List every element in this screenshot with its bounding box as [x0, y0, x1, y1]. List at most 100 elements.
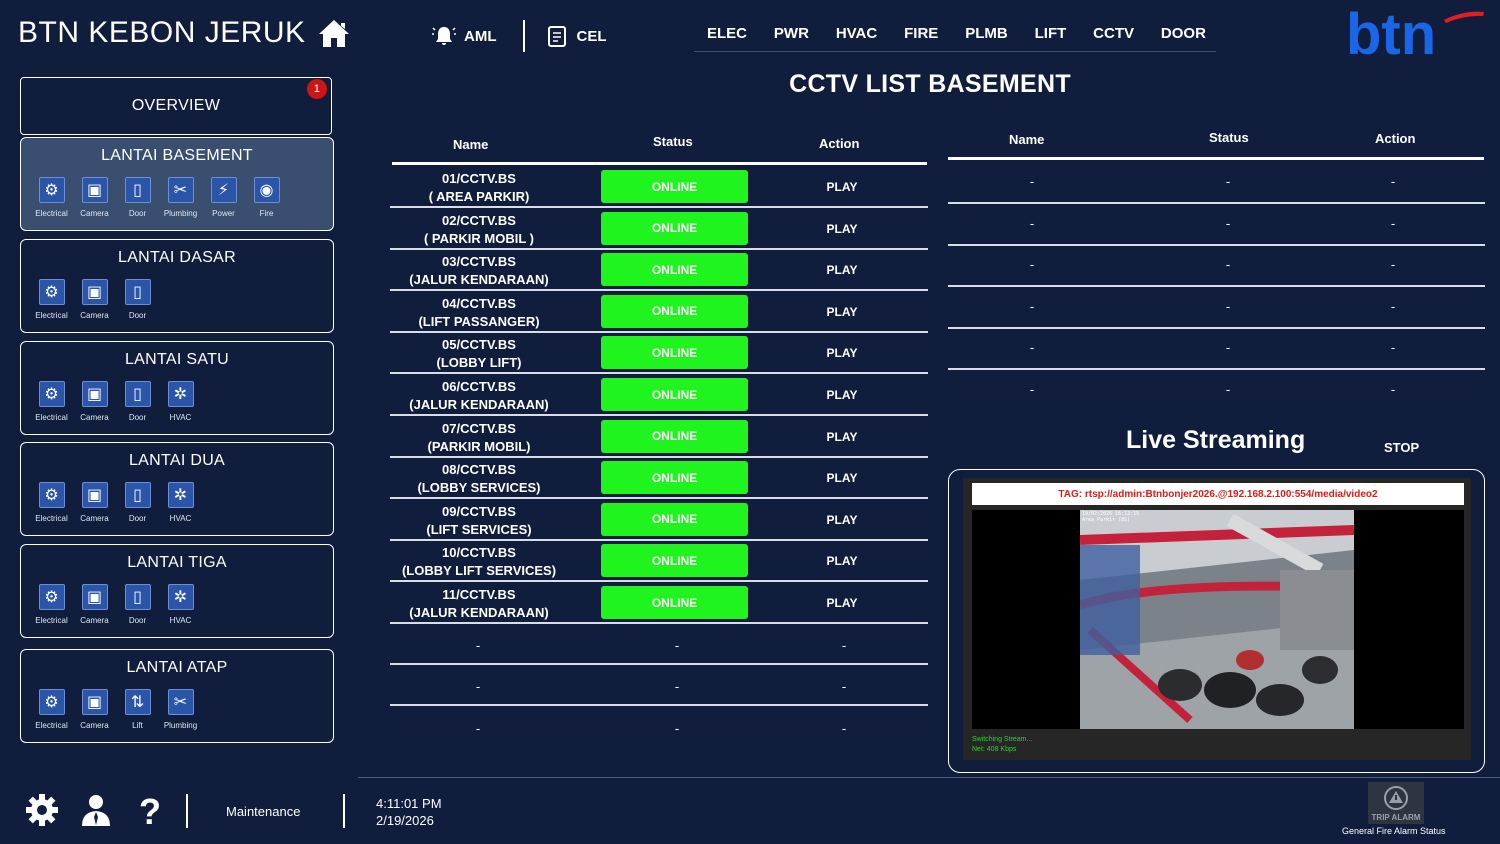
empty-table-row: --- — [948, 204, 1485, 246]
floor-card[interactable]: LANTAI SATU ⚙ Electrical ▣ Camera ▯ Door ✲ HVAC — [20, 341, 334, 435]
floor-system-button[interactable]: ✲ HVAC — [159, 584, 202, 625]
fire-icon: ◉ — [253, 177, 280, 203]
empty-status: - — [1225, 340, 1231, 356]
play-button[interactable]: PLAY — [790, 513, 894, 527]
floor-system-button[interactable]: ⚙ Electrical — [30, 482, 73, 523]
floor-system-button[interactable]: ✲ HVAC — [159, 381, 202, 422]
play-button[interactable]: PLAY — [790, 388, 894, 402]
video-player[interactable]: TAG: rtsp://admin:Btnbonjer2026.@192.168… — [963, 478, 1471, 760]
play-button[interactable]: PLAY — [790, 222, 894, 236]
settings-icon[interactable] — [25, 793, 59, 827]
empty-name: - — [475, 637, 481, 653]
trip-alarm-indicator[interactable]: TRIP ALARM — [1368, 782, 1424, 824]
floor-title: LANTAI DASAR — [118, 249, 236, 266]
power-icon: ⚡ — [210, 177, 237, 203]
floor-system-button[interactable]: ▣ Camera — [73, 279, 116, 320]
floor-system-button[interactable]: ◉ Fire — [245, 177, 288, 218]
floor-system-button[interactable]: ✂ Plumbing — [159, 689, 202, 730]
nav-plmb[interactable]: PLMB — [965, 25, 1008, 42]
play-button[interactable]: PLAY — [790, 596, 894, 610]
cel-button[interactable]: CEL — [545, 24, 607, 48]
stream-tag: TAG: rtsp://admin:Btnbonjer2026.@192.168… — [972, 483, 1464, 505]
nav-elec[interactable]: ELEC — [707, 25, 747, 42]
floor-system-label: Door — [128, 514, 147, 523]
play-button[interactable]: PLAY — [790, 346, 894, 360]
play-button[interactable]: PLAY — [790, 554, 894, 568]
help-icon[interactable]: ? — [133, 793, 167, 827]
empty-name: - — [1029, 174, 1035, 189]
empty-table-row: --- — [948, 245, 1485, 288]
floor-system-button[interactable]: ⚙ Electrical — [30, 279, 73, 320]
cctv-location: (LOBBY LIFT SERVICES) — [401, 563, 557, 579]
status-badge: ONLINE — [601, 419, 748, 453]
overview-button[interactable]: OVERVIEW 1 — [20, 77, 332, 135]
floor-system-label: Door — [128, 311, 147, 320]
site-title-text: BTN KEBON JERUK — [18, 16, 306, 49]
nav-fire[interactable]: FIRE — [904, 25, 938, 42]
empty-table-row: --- — [390, 624, 928, 665]
play-button[interactable]: PLAY — [790, 430, 894, 444]
floor-system-button[interactable]: ▯ Door — [116, 177, 159, 218]
nav-cctv[interactable]: CCTV — [1093, 25, 1134, 42]
floor-system-label: Lift — [132, 721, 143, 730]
floor-card[interactable]: LANTAI DUA ⚙ Electrical ▣ Camera ▯ Door ✲ HVAC — [20, 442, 334, 536]
camera-feed-image — [1080, 510, 1354, 729]
play-button[interactable]: PLAY — [790, 263, 894, 277]
floor-system-button[interactable]: ▯ Door — [116, 482, 159, 523]
status-badge: ONLINE — [601, 502, 748, 536]
camera-icon: ▣ — [81, 584, 108, 610]
floor-system-label: Electrical — [35, 616, 68, 625]
empty-status: - — [674, 720, 680, 736]
left-col-name: Name — [453, 137, 489, 152]
floor-card[interactable]: LANTAI DASAR ⚙ Electrical ▣ Camera ▯ Door — [20, 239, 334, 333]
btn-logo: btn — [1346, 6, 1484, 60]
play-button[interactable]: PLAY — [790, 471, 894, 485]
nav-door[interactable]: DOOR — [1161, 25, 1206, 42]
empty-action: - — [1390, 382, 1396, 397]
nav-lift[interactable]: LIFT — [1035, 25, 1067, 42]
floor-title: LANTAI SATU — [124, 351, 230, 368]
notification-badge: 1 — [307, 79, 327, 99]
floor-system-button[interactable]: ▣ Camera — [73, 584, 116, 625]
floor-system-button[interactable]: ⚙ Electrical — [30, 381, 73, 422]
floor-card[interactable]: LANTAI BASEMENT ⚙ Electrical ▣ Camera ▯ Door ✂ P… — [20, 137, 334, 231]
electrical-icon: ⚙ — [38, 279, 65, 305]
table-row: 06/CCTV.BS (JALUR KENDARAAN) ONLINE PLAY — [390, 374, 928, 416]
plumbing-icon: ✂ — [167, 689, 194, 715]
user-icon[interactable] — [79, 793, 113, 827]
play-button[interactable]: PLAY — [790, 180, 894, 194]
stream-status-line2: Net: 408 Kbps — [972, 746, 1017, 753]
floor-card[interactable]: LANTAI TIGA ⚙ Electrical ▣ Camera ▯ Door ✲ HVAC — [20, 544, 334, 638]
floor-system-button[interactable]: ✂ Plumbing — [159, 177, 202, 218]
empty-table-row: --- — [390, 707, 928, 748]
stop-button[interactable]: STOP — [1384, 440, 1419, 455]
hvac-icon: ✲ — [167, 381, 194, 407]
cctv-id: 08/CCTV.BS — [442, 462, 516, 478]
floor-system-button[interactable]: ▣ Camera — [73, 177, 116, 218]
floor-system-button[interactable]: ⚙ Electrical — [30, 584, 73, 625]
floor-system-button[interactable]: ▯ Door — [116, 279, 159, 320]
floor-card[interactable]: LANTAI ATAP ⚙ Electrical ▣ Camera ⇅ Lift ✂ Plumb… — [20, 649, 334, 743]
floor-icons: ⚙ Electrical ▣ Camera ⇅ Lift ✂ Plumbing — [21, 689, 333, 730]
floor-system-button[interactable]: ▯ Door — [116, 381, 159, 422]
floor-system-button[interactable]: ⇅ Lift — [116, 689, 159, 730]
cctv-id: 07/CCTV.BS — [442, 420, 516, 436]
play-button[interactable]: PLAY — [790, 305, 894, 319]
home-icon[interactable] — [318, 18, 350, 48]
aml-button[interactable]: AML — [432, 24, 497, 48]
cctv-location: (LIFT SERVICES) — [426, 521, 532, 537]
floor-system-button[interactable]: ▣ Camera — [73, 482, 116, 523]
floor-system-button[interactable]: ▣ Camera — [73, 689, 116, 730]
floor-system-label: Door — [128, 209, 147, 218]
electrical-icon: ⚙ — [38, 584, 65, 610]
floor-system-button[interactable]: ⚡ Power — [202, 177, 245, 218]
floor-system-label: Door — [128, 413, 147, 422]
nav-hvac[interactable]: HVAC — [836, 25, 877, 42]
floor-system-button[interactable]: ⚙ Electrical — [30, 689, 73, 730]
nav-pwr[interactable]: PWR — [774, 25, 809, 42]
floor-system-button[interactable]: ▣ Camera — [73, 381, 116, 422]
floor-system-button[interactable]: ✲ HVAC — [159, 482, 202, 523]
maintenance-button[interactable]: Maintenance — [226, 804, 300, 819]
floor-system-button[interactable]: ⚙ Electrical — [30, 177, 73, 218]
floor-system-button[interactable]: ▯ Door — [116, 584, 159, 625]
